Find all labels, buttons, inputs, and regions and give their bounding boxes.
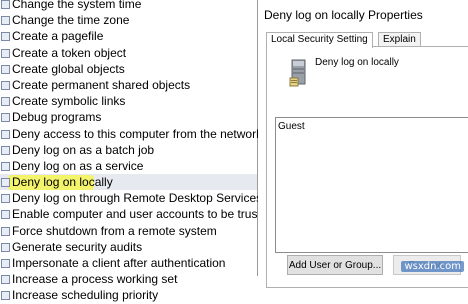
policy-item[interactable]: Create a token object (0, 45, 258, 61)
policy-icon (1, 161, 10, 171)
policy-item[interactable]: Deny log on as a service (0, 158, 258, 174)
policy-icon (1, 259, 10, 268)
policy-item[interactable]: Deny log on through Remote Desktop Servi… (0, 190, 258, 206)
policy-icon (1, 32, 10, 42)
policy-item[interactable]: Force shutdown from a remote system (0, 223, 258, 239)
watermark: wsxdn.com (401, 261, 464, 272)
policy-server-icon (289, 59, 306, 87)
policy-icon (1, 291, 10, 301)
policy-item[interactable]: Impersonate a client after authenticatio… (0, 255, 258, 271)
user-item[interactable]: Guest (278, 121, 305, 132)
policy-icon (1, 64, 10, 74)
policy-icon (1, 194, 10, 204)
users-list[interactable]: Guest (275, 117, 468, 253)
policy-icon (1, 129, 10, 139)
policy-icon (1, 242, 10, 252)
policy-icon (1, 80, 10, 90)
tab-panel: Deny log on locally Guest Add User or Gr… (266, 46, 468, 288)
policy-icon (1, 178, 10, 188)
policy-item[interactable]: Create permanent shared objects (0, 77, 258, 93)
policy-item-selected[interactable]: Deny log on locally (0, 174, 258, 191)
policy-item[interactable]: Generate security audits (0, 239, 258, 255)
policy-item[interactable]: Deny access to this computer from the ne… (0, 126, 258, 142)
policy-icon (1, 16, 10, 26)
policy-icon (1, 226, 10, 236)
policy-item[interactable]: Create global objects (0, 61, 258, 77)
policy-item[interactable]: Increase scheduling priority (0, 287, 258, 303)
user-rights-policy-list: Change the system time Change the time z… (0, 0, 258, 304)
policy-item[interactable]: Change the system time (0, 0, 258, 12)
policy-item[interactable]: Debug programs (0, 109, 258, 125)
policy-item[interactable]: Create a pagefile (0, 28, 258, 44)
policy-item[interactable]: Deny log on as a batch job (0, 142, 258, 158)
policy-icon (1, 275, 10, 285)
policy-item[interactable]: Enable computer and user accounts to be … (0, 206, 258, 222)
policy-icon (1, 97, 10, 107)
policy-icon (1, 48, 10, 58)
policy-item[interactable]: Create symbolic links (0, 93, 258, 109)
add-user-or-group-button[interactable]: Add User or Group... (287, 255, 383, 275)
tab-local-security-setting[interactable]: Local Security Setting (266, 32, 373, 48)
tab-explain[interactable]: Explain (378, 32, 421, 47)
policy-item[interactable]: Increase a process working set (0, 271, 258, 287)
policy-icon (1, 210, 10, 220)
policy-icon (1, 145, 10, 155)
policy-icon (1, 113, 10, 123)
policy-icon (1, 0, 10, 9)
dialog-title: Deny log on locally Properties (264, 8, 423, 22)
policy-item[interactable]: Change the time zone (0, 12, 258, 28)
properties-dialog: Deny log on locally Properties Local Sec… (257, 0, 468, 288)
policy-name-label: Deny log on locally (315, 57, 399, 68)
